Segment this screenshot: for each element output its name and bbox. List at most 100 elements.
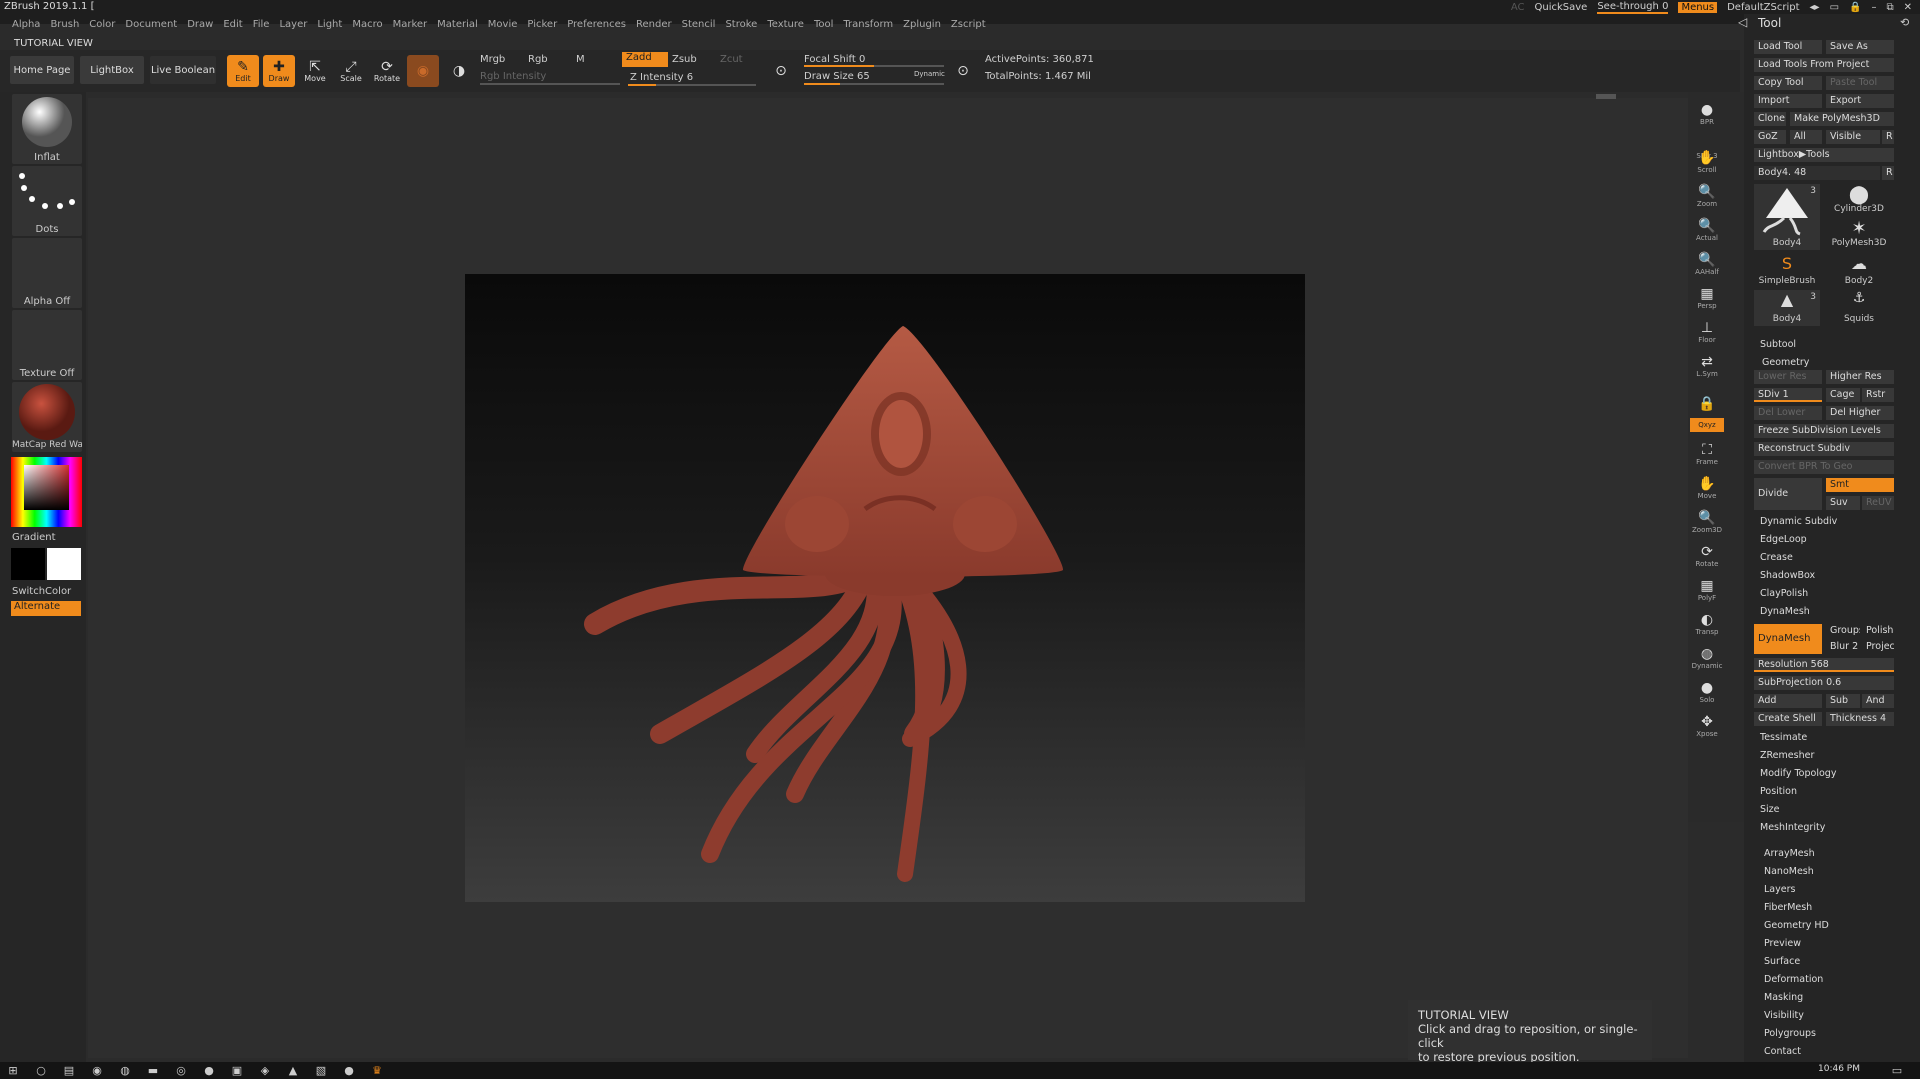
- color-saturation-square[interactable]: [24, 465, 69, 510]
- dock-frame-button[interactable]: ⛶ Frame: [1690, 438, 1724, 466]
- menu-tool[interactable]: Tool: [814, 19, 833, 30]
- menu-light[interactable]: Light: [317, 19, 342, 30]
- rgb-button[interactable]: Rgb: [528, 54, 548, 65]
- close-icon[interactable]: ✕: [1904, 2, 1912, 13]
- seethrough-slider[interactable]: See-through 0: [1597, 1, 1669, 14]
- move-button[interactable]: ⇱ Move: [299, 55, 331, 87]
- dynamesh-button[interactable]: DynaMesh: [1754, 624, 1822, 654]
- quicksave-button[interactable]: QuickSave: [1534, 2, 1587, 13]
- menu-document[interactable]: Document: [125, 19, 177, 30]
- menu-brush[interactable]: Brush: [50, 19, 79, 30]
- shadowbox-section[interactable]: ShadowBox: [1760, 570, 1815, 581]
- menu-edit[interactable]: Edit: [223, 19, 242, 30]
- dock-transp-button[interactable]: ◐ Transp: [1690, 608, 1724, 636]
- make-polymesh3d-button[interactable]: Make PolyMesh3D: [1790, 112, 1894, 126]
- menu-marker[interactable]: Marker: [393, 19, 428, 30]
- green-app-icon[interactable]: ●: [342, 1064, 356, 1077]
- goz-all-button[interactable]: All: [1790, 130, 1822, 144]
- divide-button[interactable]: Divide: [1754, 478, 1822, 510]
- spotify-icon[interactable]: ●: [202, 1064, 216, 1077]
- menus-toggle[interactable]: Menus: [1678, 2, 1718, 13]
- modify-topology-section[interactable]: Modify Topology: [1760, 768, 1836, 779]
- tessimate-section[interactable]: Tessimate: [1760, 732, 1807, 743]
- menu-material[interactable]: Material: [437, 19, 478, 30]
- crown-icon[interactable]: ♛: [370, 1064, 384, 1077]
- claypolish-section[interactable]: ClayPolish: [1760, 588, 1808, 599]
- convert-bpr-button[interactable]: Convert BPR To Geo: [1754, 460, 1894, 474]
- preview-section[interactable]: Preview: [1764, 938, 1801, 949]
- restore-icon[interactable]: ⧉: [1886, 2, 1893, 13]
- dock-scroll-button[interactable]: ✋ Scroll: [1690, 146, 1724, 174]
- subprojection-slider[interactable]: SubProjection 0.6: [1754, 676, 1894, 690]
- edgeloop-section[interactable]: EdgeLoop: [1760, 534, 1807, 545]
- palette-arrow-icon[interactable]: ◁: [1738, 15, 1747, 29]
- current-tool-r-button[interactable]: R: [1882, 166, 1894, 180]
- position-section[interactable]: Position: [1760, 786, 1797, 797]
- dynamic-subdiv-section[interactable]: Dynamic Subdiv: [1760, 516, 1837, 527]
- layout-icon[interactable]: ▭: [1830, 2, 1839, 13]
- fibermesh-section[interactable]: FiberMesh: [1764, 902, 1812, 913]
- secondary-color-swatch[interactable]: [11, 548, 45, 580]
- lock-icon[interactable]: 🔒: [1849, 2, 1861, 13]
- menu-render[interactable]: Render: [636, 19, 672, 30]
- m-button[interactable]: M: [576, 54, 585, 65]
- save-as-button[interactable]: Save As: [1826, 40, 1894, 54]
- cage-button[interactable]: Cage: [1826, 388, 1860, 402]
- import-button[interactable]: Import: [1754, 94, 1822, 108]
- load-tool-button[interactable]: Load Tool: [1754, 40, 1822, 54]
- rgb-intensity-slider[interactable]: Rgb Intensity: [480, 71, 546, 82]
- notification-icon[interactable]: ▭: [1890, 1064, 1904, 1077]
- tool-thumb-polymesh3d[interactable]: ✶ PolyMesh3D: [1826, 218, 1892, 250]
- material-sphere-button[interactable]: ◑: [443, 55, 475, 87]
- menu-texture[interactable]: Texture: [767, 19, 804, 30]
- size-section[interactable]: Size: [1760, 804, 1780, 815]
- create-shell-button[interactable]: Create Shell: [1754, 712, 1822, 726]
- reconstruct-subdiv-button[interactable]: Reconstruct Subdiv: [1754, 442, 1894, 456]
- edit-button[interactable]: ✎ Edit: [227, 55, 259, 87]
- freeze-subdivision-button[interactable]: Freeze SubDivision Levels: [1754, 424, 1894, 438]
- dynamic-button[interactable]: Dynamic: [914, 70, 945, 78]
- chrome-icon[interactable]: ◍: [118, 1064, 132, 1077]
- lower-res-button[interactable]: Lower Res: [1754, 370, 1822, 384]
- color-picker[interactable]: [11, 457, 82, 527]
- browser-icon[interactable]: ◎: [174, 1064, 188, 1077]
- home-page-button[interactable]: Home Page: [10, 56, 74, 84]
- rotate-button[interactable]: ⟳ Rotate: [371, 55, 403, 87]
- zcut-button[interactable]: Zcut: [720, 54, 743, 65]
- draw-size-slider[interactable]: Draw Size 65: [804, 71, 870, 82]
- palette-toggle-icon[interactable]: ⟲: [1900, 16, 1909, 29]
- nanomesh-section[interactable]: NanoMesh: [1764, 866, 1814, 877]
- dock-zoom3d-button[interactable]: 🔍 Zoom3D: [1690, 506, 1724, 534]
- folder-icon[interactable]: ▬: [146, 1064, 160, 1077]
- polish-toggle[interactable]: Polish: [1862, 624, 1894, 638]
- and-button[interactable]: And: [1862, 694, 1894, 708]
- after-effects-icon[interactable]: ▣: [230, 1064, 244, 1077]
- focal-shift-slider[interactable]: Focal Shift 0: [804, 54, 865, 65]
- dock-aahalf-button[interactable]: 🔍 AAHalf: [1690, 248, 1724, 276]
- document-canvas[interactable]: [465, 274, 1305, 902]
- blur-slider[interactable]: Blur 2: [1826, 640, 1860, 654]
- default-zscript[interactable]: DefaultZScript: [1727, 2, 1799, 13]
- media-icon[interactable]: ◉: [90, 1064, 104, 1077]
- smt-toggle[interactable]: Smt: [1826, 478, 1894, 492]
- file-icon[interactable]: ▤: [62, 1064, 76, 1077]
- tool-thumb-squids[interactable]: ⚓ Squids: [1826, 290, 1892, 326]
- resolution-slider[interactable]: Resolution 568: [1754, 658, 1894, 672]
- menu-stencil[interactable]: Stencil: [682, 19, 716, 30]
- mrgb-button[interactable]: Mrgb: [480, 54, 505, 65]
- photos-icon[interactable]: ▧: [314, 1064, 328, 1077]
- deformation-section[interactable]: Deformation: [1764, 974, 1823, 985]
- menu-picker[interactable]: Picker: [527, 19, 557, 30]
- polygroups-section[interactable]: Polygroups: [1764, 1028, 1816, 1039]
- dock-xyz-button[interactable]: Qxyz: [1690, 418, 1724, 432]
- z-intensity-slider[interactable]: Z Intensity 6: [630, 72, 693, 83]
- alternate-button[interactable]: Alternate: [11, 601, 81, 616]
- dock-ghost-button[interactable]: ◍ Dynamic: [1690, 642, 1724, 670]
- dock-actual-button[interactable]: 🔍 Actual: [1690, 214, 1724, 242]
- menu-transform[interactable]: Transform: [843, 19, 893, 30]
- canvas-scroll-handle[interactable]: [1596, 94, 1616, 99]
- reuv-button[interactable]: ReUV: [1862, 496, 1894, 510]
- dock-lock-button[interactable]: 🔒: [1690, 384, 1724, 412]
- dock-lsym-button[interactable]: ⇄ L.Sym: [1690, 350, 1724, 378]
- sub-button[interactable]: Sub: [1826, 694, 1860, 708]
